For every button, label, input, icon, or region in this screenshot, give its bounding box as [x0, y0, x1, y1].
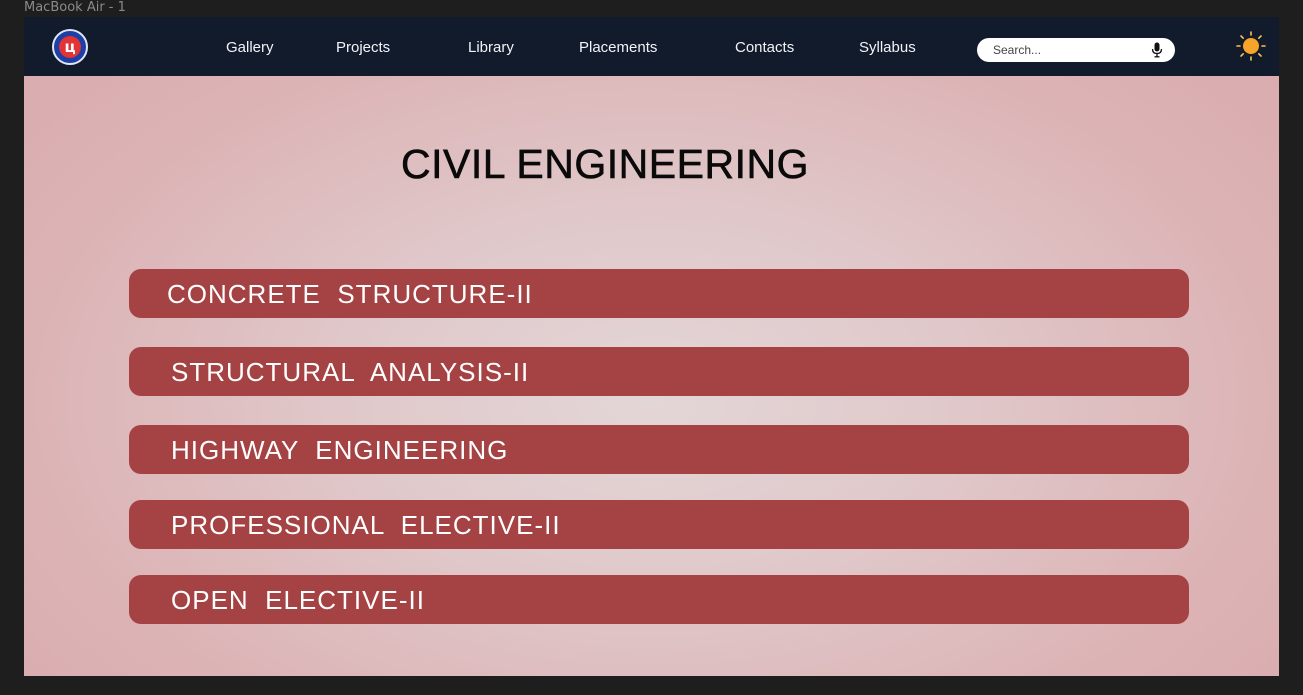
subject-label: OPEN ELECTIVE-II	[171, 585, 425, 615]
subject-open-elective[interactable]: OPEN ELECTIVE-II	[129, 575, 1189, 624]
page-title: CIVIL ENGINEERING	[401, 141, 809, 188]
search-input[interactable]	[993, 40, 1143, 60]
subject-label: PROFESSIONAL ELECTIVE-II	[171, 510, 561, 540]
sun-icon[interactable]	[1236, 31, 1266, 61]
subject-structural-analysis[interactable]: STRUCTURAL ANALYSIS-II	[129, 347, 1189, 396]
logo-inner: ц	[59, 36, 81, 58]
nav-placements[interactable]: Placements	[579, 39, 657, 57]
nav-library[interactable]: Library	[468, 39, 514, 57]
frame-label: MacBook Air - 1	[24, 0, 126, 15]
nav-contacts[interactable]: Contacts	[735, 39, 794, 57]
page-frame: ц Gallery Projects Library Placements Co…	[24, 17, 1279, 676]
college-logo-icon[interactable]: ц	[52, 29, 88, 65]
subject-label: CONCRETE STRUCTURE-II	[167, 279, 533, 309]
search-bar	[977, 38, 1175, 62]
nav-gallery[interactable]: Gallery	[226, 39, 274, 57]
subject-label: HIGHWAY ENGINEERING	[171, 435, 509, 465]
top-navbar: ц Gallery Projects Library Placements Co…	[24, 17, 1279, 76]
logo-glyph: ц	[64, 38, 76, 56]
subject-highway-engineering[interactable]: HIGHWAY ENGINEERING	[129, 425, 1189, 474]
microphone-icon[interactable]	[1151, 42, 1163, 58]
subject-concrete-structure[interactable]: CONCRETE STRUCTURE-II	[129, 269, 1189, 318]
subject-professional-elective[interactable]: PROFESSIONAL ELECTIVE-II	[129, 500, 1189, 549]
nav-projects[interactable]: Projects	[336, 39, 390, 57]
nav-syllabus[interactable]: Syllabus	[859, 39, 916, 57]
subject-label: STRUCTURAL ANALYSIS-II	[171, 357, 530, 387]
